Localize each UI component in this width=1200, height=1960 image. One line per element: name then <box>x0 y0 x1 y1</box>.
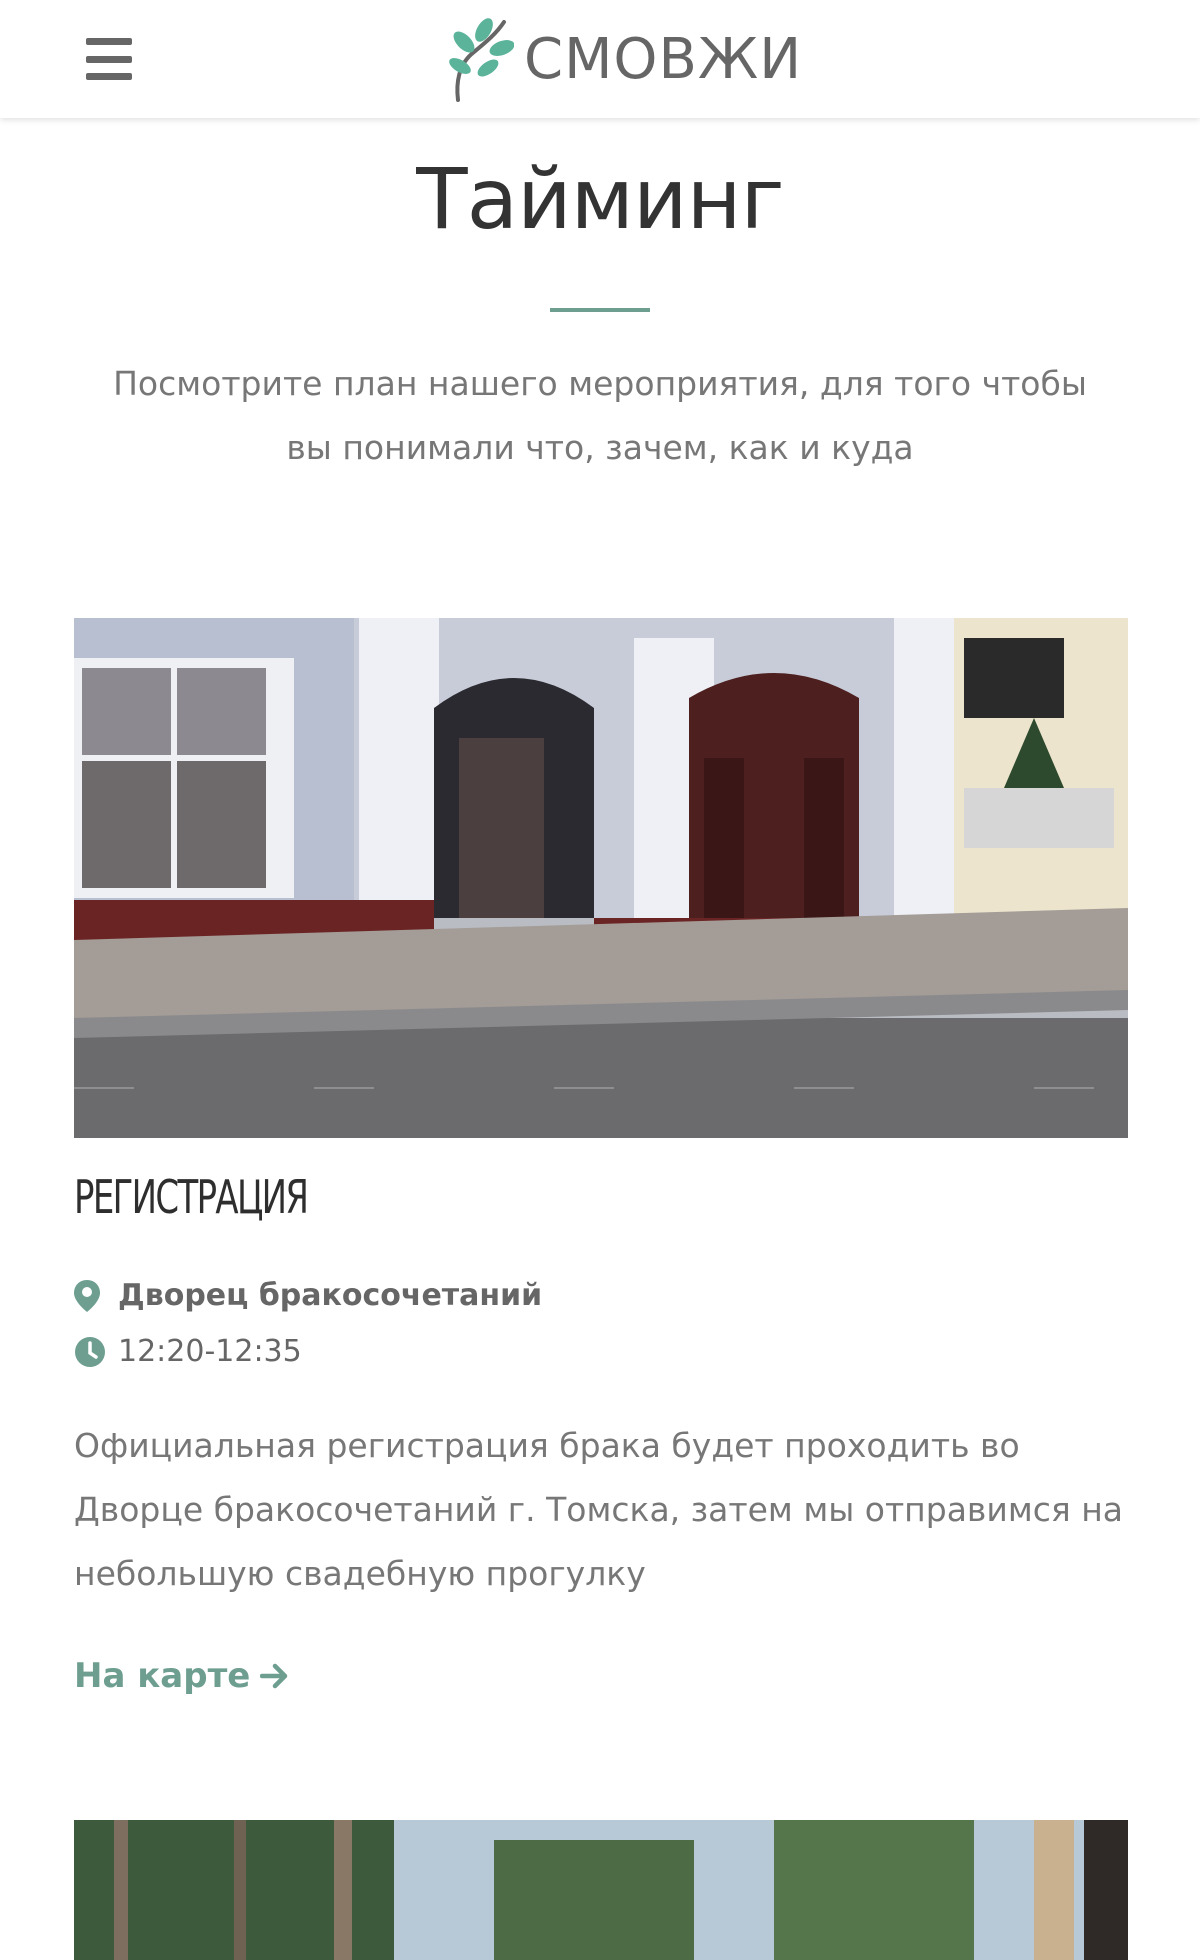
site-header: СМОВЖИ <box>0 0 1200 118</box>
event-place-row: Дворец бракосочетаний <box>74 1278 542 1313</box>
event-title: РЕГИСТРАЦИЯ <box>74 1170 309 1224</box>
map-pin-icon <box>74 1279 106 1312</box>
event-description: Официальная регистрация брака будет прох… <box>74 1426 1123 1593</box>
event-photo-forest <box>74 1820 1128 1960</box>
leaf-branch-icon <box>449 18 514 102</box>
logo-text: СМОВЖИ <box>524 26 803 92</box>
map-link-label: На карте <box>74 1656 251 1696</box>
hamburger-menu-icon[interactable] <box>86 38 132 80</box>
event-photo-building <box>74 618 1128 1138</box>
event-place: Дворец бракосочетаний <box>118 1278 543 1313</box>
logo[interactable]: СМОВЖИ <box>444 12 802 106</box>
clock-icon <box>74 1336 106 1368</box>
event-time: 12:20-12:35 <box>118 1334 302 1369</box>
event-time-row: 12:20-12:35 <box>74 1334 302 1369</box>
map-link[interactable]: На карте <box>74 1656 290 1696</box>
arrow-right-icon <box>260 1661 290 1691</box>
page-title: Тайминг <box>416 150 784 248</box>
section-subtitle: Посмотрите план нашего мероприятия, для … <box>113 364 1087 467</box>
title-divider <box>550 308 650 312</box>
